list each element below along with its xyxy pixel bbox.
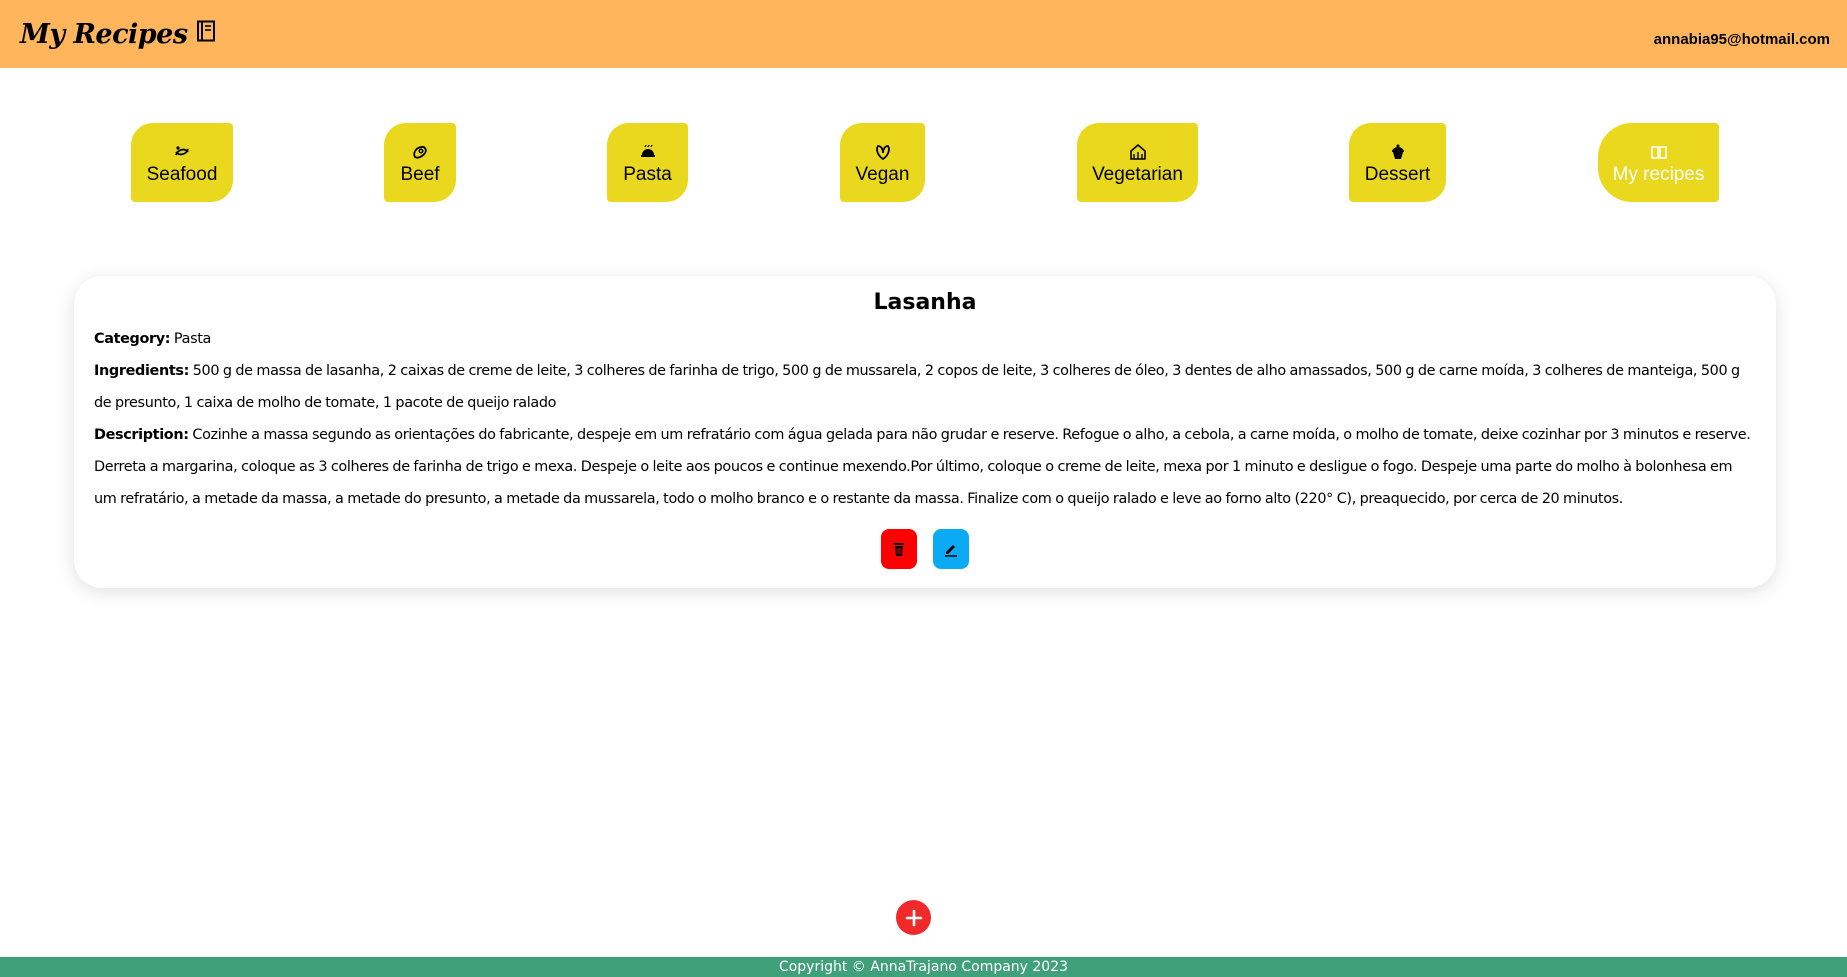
seafood-icon bbox=[175, 146, 189, 156]
recipe-actions bbox=[94, 529, 1756, 569]
footer: Copyright © AnnaTrajano Company 2023 bbox=[0, 957, 1847, 977]
pencil-icon bbox=[945, 545, 957, 557]
category-pasta[interactable]: Pasta bbox=[607, 123, 688, 202]
category-dessert[interactable]: Dessert bbox=[1349, 123, 1446, 202]
category-label: Beef bbox=[400, 164, 440, 185]
copyright-text: Copyright © AnnaTrajano Company 2023 bbox=[778, 959, 1069, 975]
description-value: Cozinhe a massa segundo as orientações d… bbox=[94, 427, 1751, 507]
recipe-ingredients: Ingredients: 500 g de massa de lasanha, … bbox=[94, 355, 1756, 419]
recipe-description: Description: Cozinhe a massa segundo as … bbox=[94, 419, 1756, 515]
recipe-book-icon bbox=[196, 20, 215, 42]
category-my-recipes[interactable]: My recipes bbox=[1598, 123, 1719, 202]
vegetarian-icon bbox=[1129, 143, 1146, 160]
pasta-icon bbox=[640, 144, 655, 157]
category-seafood[interactable]: Seafood bbox=[131, 123, 233, 202]
category-value: Pasta bbox=[173, 331, 211, 347]
category-label: Vegetarian bbox=[1092, 164, 1183, 185]
category-label: My recipes bbox=[1612, 164, 1705, 185]
app-title: My Recipes bbox=[20, 18, 188, 50]
vegan-icon bbox=[875, 145, 890, 161]
beef-icon bbox=[413, 145, 427, 159]
app-header: My Recipes annabia95@hotmail.com bbox=[0, 0, 1847, 68]
category-field-label: Category: bbox=[94, 331, 171, 347]
plus-icon bbox=[905, 909, 922, 926]
category-label: Dessert bbox=[1364, 164, 1431, 185]
brand[interactable]: My Recipes bbox=[20, 19, 216, 50]
category-label: Vegan bbox=[855, 164, 910, 185]
ingredients-field-label: Ingredients: bbox=[94, 363, 189, 379]
category-label: Seafood bbox=[146, 164, 218, 185]
category-vegetarian[interactable]: Vegetarian bbox=[1077, 123, 1198, 202]
category-vegan[interactable]: Vegan bbox=[840, 123, 925, 202]
recipe-title: Lasanha bbox=[873, 290, 977, 315]
edit-button[interactable] bbox=[933, 529, 969, 569]
recipe-card: Lasanha Category: Pasta Ingredients: 500… bbox=[74, 276, 1776, 588]
category-label: Pasta bbox=[623, 164, 672, 185]
open-book-icon bbox=[1650, 146, 1667, 159]
user-email[interactable]: annabia95@hotmail.com bbox=[1654, 31, 1830, 48]
category-nav: Seafood Beef Pasta Vegan Vegetarian Dess… bbox=[0, 123, 1847, 203]
ingredients-value: 500 g de massa de lasanha, 2 caixas de c… bbox=[94, 363, 1740, 411]
description-field-label: Description: bbox=[94, 427, 189, 443]
add-recipe-button[interactable] bbox=[896, 900, 931, 935]
category-beef[interactable]: Beef bbox=[384, 123, 456, 202]
dessert-icon bbox=[1391, 144, 1404, 159]
recipe-category: Category: Pasta bbox=[94, 323, 1756, 355]
delete-button[interactable] bbox=[881, 529, 917, 569]
trash-icon bbox=[894, 543, 904, 556]
